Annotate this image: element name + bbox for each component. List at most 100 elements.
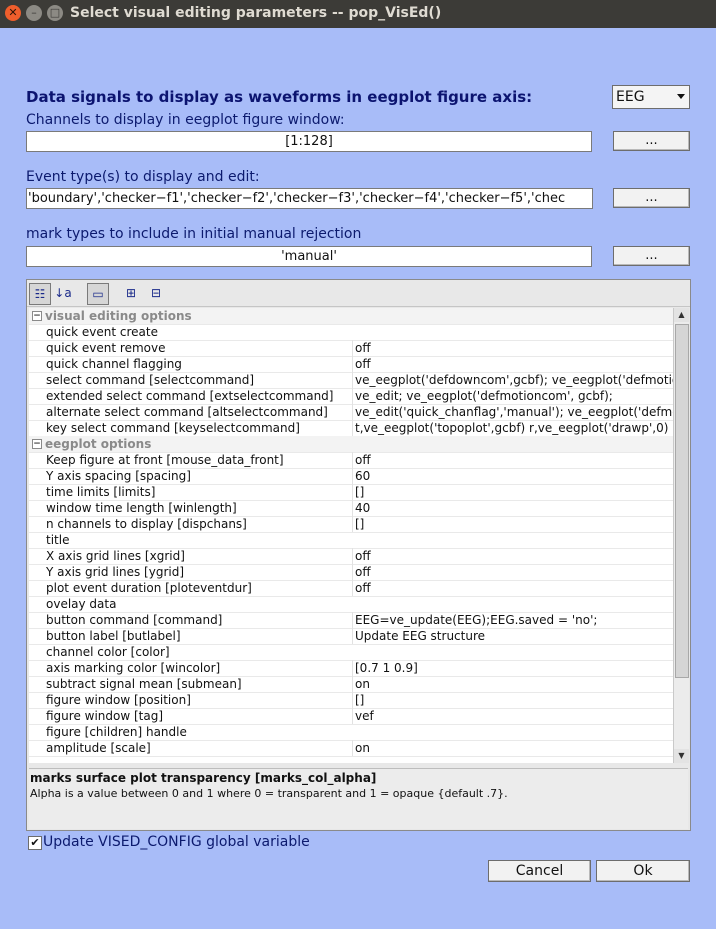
property-row[interactable]: window time length [winlength] 40 [29, 500, 673, 517]
property-row[interactable]: alternate select command [altselectcomma… [29, 404, 673, 421]
collapse-icon[interactable]: − [32, 439, 42, 449]
property-name: subtract signal mean [submean] [46, 677, 242, 691]
property-value[interactable]: off [352, 340, 673, 356]
property-row[interactable]: n channels to display [dispchans] [] [29, 516, 673, 533]
property-row[interactable]: time limits [limits] [] [29, 484, 673, 501]
property-value[interactable]: vef [352, 708, 673, 724]
property-row[interactable]: button command [command] EEG=ve_update(EE… [29, 612, 673, 629]
property-row[interactable]: Keep figure at front [mouse_data_front] o… [29, 452, 673, 469]
cancel-button[interactable]: Cancel [488, 860, 591, 882]
scrollbar-thumb[interactable] [675, 324, 689, 678]
property-name: visual editing options [45, 309, 192, 323]
categorized-icon[interactable]: ☷ [29, 283, 51, 305]
update-config-label: Update VISED_CONFIG global variable [43, 834, 310, 850]
property-value[interactable]: off [352, 580, 673, 596]
property-value[interactable]: off [352, 564, 673, 580]
property-row[interactable]: extended select command [extselectcomman… [29, 388, 673, 405]
ok-button[interactable]: Ok [596, 860, 690, 882]
property-value[interactable]: ve_edit('quick_chanflag','manual'); ve_e… [352, 404, 673, 420]
property-value[interactable]: [] [352, 516, 673, 532]
property-name: X axis grid lines [xgrid] [46, 549, 185, 563]
maximize-icon[interactable]: □ [47, 5, 63, 21]
property-row[interactable]: figure window [position] [] [29, 692, 673, 709]
description-icon[interactable]: ▭ [87, 283, 109, 305]
property-name: eegplot options [45, 437, 152, 451]
property-row[interactable]: channel color [color] [29, 644, 673, 661]
description-text: Alpha is a value between 0 and 1 where 0… [30, 787, 508, 800]
property-row[interactable]: plot event duration [ploteventdur] off [29, 580, 673, 597]
scroll-up-icon[interactable]: ▲ [674, 308, 689, 322]
property-name: quick event create [46, 325, 159, 339]
property-row[interactable]: figure window [tag] vef [29, 708, 673, 725]
property-value[interactable]: EEG=ve_update(EEG);EEG.saved = 'no'; [352, 612, 673, 628]
property-name: time limits [limits] [46, 485, 156, 499]
property-value[interactable]: t,ve_eegplot('topoplot',gcbf) r,ve_eegpl… [352, 420, 673, 436]
expand-all-icon[interactable]: ⊞ [121, 283, 141, 303]
property-value[interactable]: ve_eegplot('defdowncom',gcbf); ve_eegplo… [352, 372, 673, 388]
minimize-icon[interactable]: – [26, 5, 42, 21]
collapse-all-icon[interactable]: ⊟ [146, 283, 166, 303]
property-value[interactable]: [0.7 1 0.9] [352, 660, 673, 676]
data-signals-selected: EEG [616, 89, 645, 105]
property-value[interactable]: ve_edit; ve_eegplot('defmotioncom', gcbf… [352, 388, 673, 404]
marks-browse-button[interactable]: ... [613, 246, 690, 266]
property-name: figure [children] handle [46, 725, 187, 739]
property-name: channel color [color] [46, 645, 170, 659]
property-value[interactable]: [] [352, 692, 673, 708]
chevron-down-icon [677, 94, 685, 99]
property-value[interactable]: off [352, 548, 673, 564]
marks-label: mark types to include in initial manual … [26, 226, 362, 242]
property-toolbar: ☷ ↓a ▭ ⊞ ⊟ [27, 280, 690, 307]
property-value[interactable]: Update EEG structure [352, 628, 673, 644]
property-value[interactable]: 60 [352, 468, 673, 484]
property-name: plot event duration [ploteventdur] [46, 581, 252, 595]
scroll-down-icon[interactable]: ▼ [674, 749, 689, 763]
property-row[interactable]: ovelay data [29, 596, 673, 613]
channels-input[interactable]: [1:128] [26, 131, 592, 152]
property-row[interactable]: select command [selectcommand] ve_eegplot… [29, 372, 673, 389]
data-signals-select[interactable]: EEG [612, 85, 690, 109]
property-value[interactable]: off [352, 356, 673, 372]
property-scrollbar[interactable]: ▲ ▼ [673, 308, 689, 763]
property-row[interactable]: amplitude [scale] on [29, 740, 673, 757]
property-row[interactable]: Y axis spacing [spacing] 60 [29, 468, 673, 485]
marks-input[interactable]: 'manual' [26, 246, 592, 267]
property-name: title [46, 533, 70, 547]
property-name: quick event remove [46, 341, 166, 355]
property-name: Y axis grid lines [ygrid] [46, 565, 185, 579]
property-row[interactable]: subtract signal mean [submean] on [29, 676, 673, 693]
sort-alpha-icon[interactable]: ↓a [53, 283, 73, 303]
property-value[interactable]: off [352, 452, 673, 468]
property-name: quick channel flagging [46, 357, 182, 371]
property-row[interactable]: X axis grid lines [xgrid] off [29, 548, 673, 565]
property-category[interactable]: − eegplot options [29, 436, 673, 453]
events-input[interactable]: 'boundary','checker−f1','checker−f2','ch… [26, 188, 593, 209]
property-row[interactable]: key select command [keyselectcommand] t,v… [29, 420, 673, 437]
collapse-icon[interactable]: − [32, 311, 42, 321]
property-row[interactable]: quick channel flagging off [29, 356, 673, 373]
close-icon[interactable]: ✕ [5, 5, 21, 21]
property-name: window time length [winlength] [46, 501, 237, 515]
update-config-checkbox[interactable]: ✔ [28, 836, 42, 850]
property-value[interactable]: [] [352, 484, 673, 500]
property-name: button label [butlabel] [46, 629, 181, 643]
events-browse-button[interactable]: ... [613, 188, 690, 208]
channels-browse-button[interactable]: ... [613, 131, 690, 151]
property-row[interactable]: title [29, 532, 673, 549]
window-titlebar: ✕ – □ Select visual editing parameters -… [0, 0, 716, 28]
property-category[interactable]: − visual editing options [29, 308, 673, 325]
data-signals-label: Data signals to display as waveforms in … [26, 88, 533, 106]
property-row[interactable]: quick event create [29, 324, 673, 341]
property-value[interactable]: 40 [352, 500, 673, 516]
property-row[interactable]: figure [children] handle [29, 724, 673, 741]
property-row[interactable]: Y axis grid lines [ygrid] off [29, 564, 673, 581]
property-inspector: ☷ ↓a ▭ ⊞ ⊟ − visual editing options quick … [26, 279, 691, 831]
property-value[interactable]: on [352, 676, 673, 692]
property-name: button command [command] [46, 613, 223, 627]
property-name: figure window [position] [46, 693, 191, 707]
property-row[interactable]: axis marking color [wincolor] [0.7 1 0.9] [29, 660, 673, 677]
property-row[interactable]: quick event remove off [29, 340, 673, 357]
property-row[interactable]: button label [butlabel] Update EEG struct… [29, 628, 673, 645]
property-description: marks surface plot transparency [marks_c… [29, 768, 688, 829]
property-value[interactable]: on [352, 740, 673, 756]
